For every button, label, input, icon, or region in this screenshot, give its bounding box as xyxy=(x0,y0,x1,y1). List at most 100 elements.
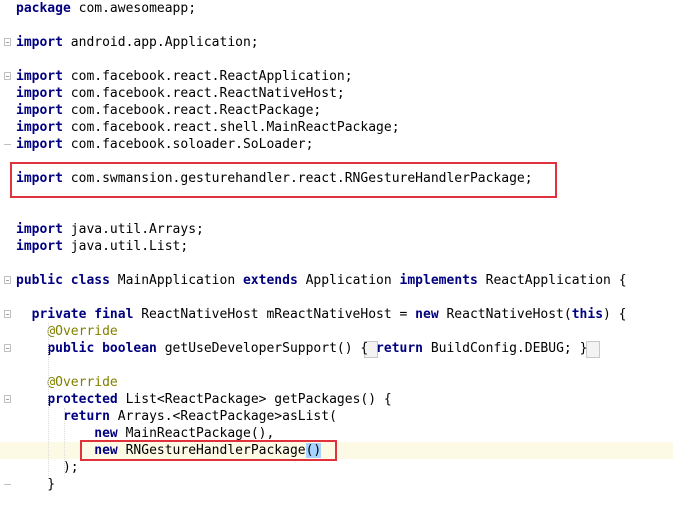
code-line[interactable]: public class MainApplication extends App… xyxy=(0,272,673,289)
code-line[interactable] xyxy=(0,357,673,374)
fold-toggle-icon[interactable] xyxy=(4,344,11,352)
code-line[interactable]: package com.awesomeapp; xyxy=(0,0,673,17)
code-editor[interactable]: package com.awesomeapp; import android.ap… xyxy=(0,0,673,506)
code-line[interactable] xyxy=(0,51,673,68)
fold-end-marker-icon xyxy=(4,144,11,145)
keyword: import xyxy=(16,86,63,101)
code-line[interactable]: public boolean getUseDeveloperSupport() … xyxy=(0,340,673,357)
code-text: import com.facebook.react.ReactApplicati… xyxy=(16,68,353,85)
code-text: @Override xyxy=(16,374,118,391)
code-line[interactable] xyxy=(0,204,673,221)
code-line[interactable]: ); xyxy=(0,459,673,476)
keyword: import xyxy=(16,239,63,254)
code-token: com.awesomeapp; xyxy=(70,1,197,16)
code-text: import java.util.Arrays; xyxy=(16,221,204,238)
keyword: protected xyxy=(47,392,118,407)
keyword: private final xyxy=(31,307,134,322)
fold-toggle-icon[interactable] xyxy=(4,276,11,284)
code-line[interactable]: import com.facebook.react.ReactApplicati… xyxy=(0,68,673,85)
indent-guide xyxy=(47,323,49,476)
code-token: com.facebook.react.ReactApplication; xyxy=(62,69,353,84)
code-line[interactable]: import java.util.Arrays; xyxy=(0,221,673,238)
keyword: import xyxy=(16,120,63,135)
code-line[interactable] xyxy=(0,17,673,34)
indent-guide xyxy=(63,408,65,476)
code-line[interactable]: import com.facebook.react.shell.MainReac… xyxy=(0,119,673,136)
code-token: MainReactPackage(), xyxy=(117,426,275,441)
code-token: java.util.List; xyxy=(62,239,189,254)
keyword: import xyxy=(16,103,63,118)
code-line[interactable]: import com.facebook.react.ReactNativeHos… xyxy=(0,85,673,102)
import-highlight-box xyxy=(10,162,557,198)
code-text: public boolean getUseDeveloperSupport() … xyxy=(16,340,587,357)
code-token: ReactNativeHost mReactNativeHost = xyxy=(133,307,416,322)
code-token: MainApplication xyxy=(109,273,243,288)
keyword: return xyxy=(62,409,110,424)
annotation: @Override xyxy=(47,324,118,339)
code-token: com.facebook.react.shell.MainReactPackag… xyxy=(62,120,400,135)
code-text: import com.facebook.react.ReactNativeHos… xyxy=(16,85,345,102)
code-text: public class MainApplication extends App… xyxy=(16,272,627,289)
code-line[interactable]: import android.app.Application; xyxy=(0,34,673,51)
code-token: Application xyxy=(297,273,400,288)
code-text: } xyxy=(16,476,55,493)
package-highlight-box xyxy=(80,440,337,461)
code-line[interactable]: protected List<ReactPackage> getPackages… xyxy=(0,391,673,408)
code-line[interactable]: @Override xyxy=(0,323,673,340)
code-text: protected List<ReactPackage> getPackages… xyxy=(16,391,392,408)
code-token: } xyxy=(16,477,56,492)
code-token: ReactNativeHost( xyxy=(438,307,572,322)
code-token: ReactApplication { xyxy=(477,273,627,288)
code-text: import android.app.Application; xyxy=(16,34,259,51)
code-token: ) { xyxy=(603,307,627,322)
code-line[interactable]: } xyxy=(0,476,673,493)
code-line[interactable]: import com.facebook.soloader.SoLoader; xyxy=(0,136,673,153)
keyword: public class xyxy=(16,273,110,288)
fold-toggle-icon[interactable] xyxy=(4,310,11,318)
code-token: com.facebook.soloader.SoLoader; xyxy=(62,137,314,152)
code-token: Arrays.<ReactPackage>asList( xyxy=(109,409,337,424)
fold-toggle-icon[interactable] xyxy=(4,38,11,46)
keyword: this xyxy=(571,307,604,322)
code-text: @Override xyxy=(16,323,118,340)
keyword: package xyxy=(16,1,71,16)
code-line[interactable]: import com.facebook.react.ReactPackage; xyxy=(0,102,673,119)
code-line[interactable] xyxy=(0,255,673,272)
code-text: import com.facebook.react.shell.MainReac… xyxy=(16,119,400,136)
annotation: @Override xyxy=(47,375,118,390)
fold-toggle-icon[interactable] xyxy=(4,72,11,80)
keyword: import xyxy=(16,137,63,152)
fold-end-marker-icon xyxy=(4,484,11,485)
keyword: return xyxy=(376,341,424,356)
code-text: import com.facebook.soloader.SoLoader; xyxy=(16,136,313,153)
keyword: implements xyxy=(399,273,478,288)
code-token: com.facebook.react.ReactPackage; xyxy=(62,103,322,118)
code-text: private final ReactNativeHost mReactNati… xyxy=(16,306,627,323)
fold-toggle-icon[interactable] xyxy=(4,395,11,403)
code-token: java.util.Arrays; xyxy=(62,222,204,237)
code-token: android.app.Application; xyxy=(62,35,259,50)
folded-brace: } xyxy=(579,341,588,356)
keyword: extends xyxy=(242,273,298,288)
code-line[interactable]: import java.util.List; xyxy=(0,238,673,255)
code-line[interactable]: private final ReactNativeHost mReactNati… xyxy=(0,306,673,323)
code-line[interactable]: return Arrays.<ReactPackage>asList( xyxy=(0,408,673,425)
code-token: BuildConfig.DEBUG; xyxy=(423,341,580,356)
keyword: new xyxy=(94,426,118,441)
code-line[interactable]: @Override xyxy=(0,374,673,391)
keyword: new xyxy=(415,307,439,322)
code-line[interactable] xyxy=(0,289,673,306)
keyword: import xyxy=(16,222,63,237)
code-token: List<ReactPackage> getPackages() { xyxy=(117,392,392,407)
code-token: com.facebook.react.ReactNativeHost; xyxy=(62,86,345,101)
keyword: public boolean xyxy=(47,341,157,356)
code-text: import java.util.List; xyxy=(16,238,188,255)
